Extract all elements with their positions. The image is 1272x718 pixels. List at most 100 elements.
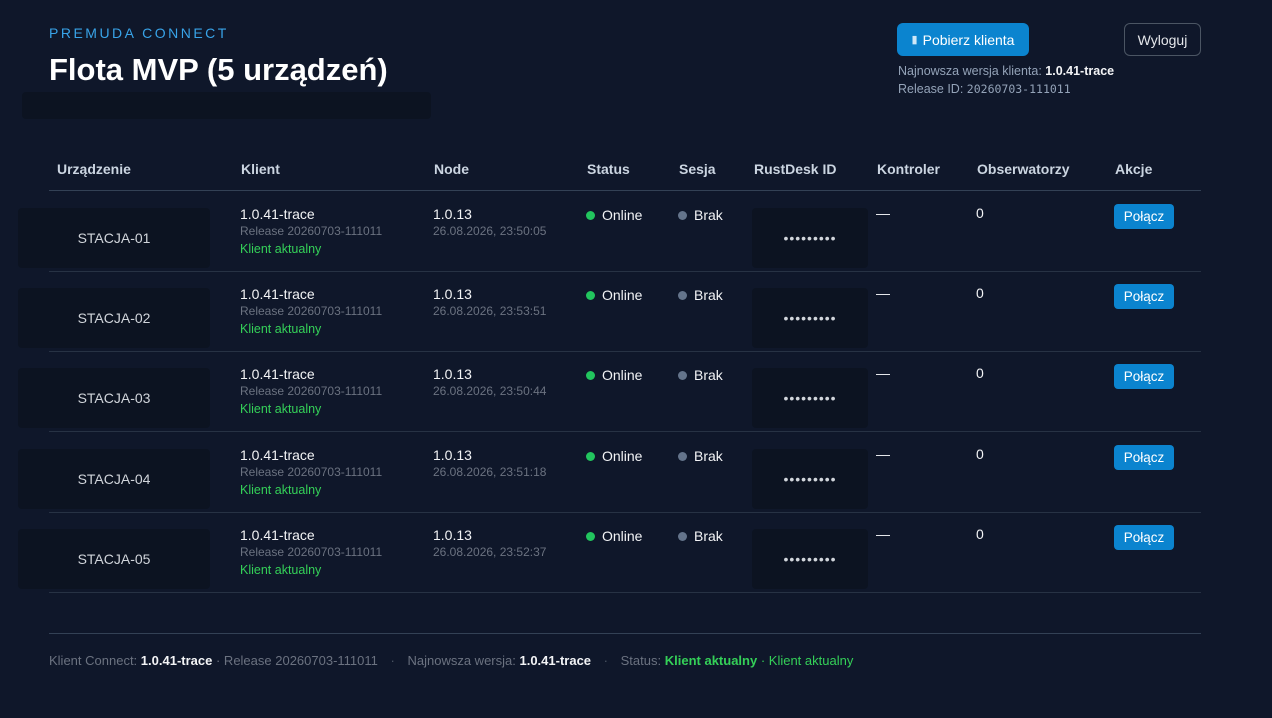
col-device[interactable]: Urządzenie bbox=[57, 161, 131, 177]
connect-button[interactable]: Połącz bbox=[1114, 284, 1174, 309]
col-status[interactable]: Status bbox=[587, 161, 630, 177]
col-client[interactable]: Klient bbox=[241, 161, 280, 177]
device-cell: STACJA-03 bbox=[18, 368, 210, 428]
device-name: STACJA-03 bbox=[77, 390, 151, 406]
table-header: Urządzenie Klient Node Status Sesja Rust… bbox=[49, 152, 1201, 191]
footer-divider bbox=[49, 633, 1201, 634]
node-timestamp: 26.08.2026, 23:51:18 bbox=[433, 465, 547, 479]
release-id-value: 20260703-111011 bbox=[966, 82, 1071, 96]
table-row: STACJA-04 1.0.41-trace Release 20260703-… bbox=[18, 432, 1201, 513]
node-timestamp: 26.08.2026, 23:50:05 bbox=[433, 224, 547, 238]
connect-button[interactable]: Połącz bbox=[1114, 364, 1174, 389]
connect-button[interactable]: Połącz bbox=[1114, 525, 1174, 550]
session-text: Brak bbox=[694, 448, 723, 464]
logout-button[interactable]: Wyloguj bbox=[1124, 23, 1201, 56]
online-dot-icon bbox=[586, 290, 595, 300]
page-title: Flota MVP (5 urządzeń) bbox=[49, 52, 388, 87]
session-cell: Brak bbox=[678, 528, 723, 544]
rustdesk-cell: ••••••••• bbox=[752, 208, 868, 268]
download-client-button[interactable]: ▮ Pobierz klienta bbox=[897, 23, 1029, 56]
client-cell: 1.0.41-trace Release 20260703-111011 Kli… bbox=[240, 446, 382, 500]
client-version: 1.0.41-trace bbox=[240, 447, 315, 463]
table-row: STACJA-03 1.0.41-trace Release 20260703-… bbox=[18, 351, 1201, 432]
client-version: 1.0.41-trace bbox=[240, 206, 315, 222]
node-cell: 1.0.13 26.08.2026, 23:53:51 bbox=[433, 285, 546, 320]
observers-cell: 0 bbox=[976, 285, 984, 301]
device-name: STACJA-05 bbox=[77, 551, 151, 567]
footer-client-release: · Release 20260703-111011 bbox=[215, 653, 378, 668]
node-cell: 1.0.13 26.08.2026, 23:51:18 bbox=[433, 446, 546, 481]
client-cell: 1.0.41-trace Release 20260703-111011 Kli… bbox=[240, 526, 382, 580]
status-cell: Online bbox=[586, 207, 642, 223]
client-status: Klient aktualny bbox=[240, 563, 322, 577]
connect-button[interactable]: Połącz bbox=[1114, 204, 1174, 229]
controller-cell: — bbox=[876, 205, 890, 221]
col-rustdesk-id[interactable]: RustDesk ID bbox=[754, 161, 836, 177]
redacted-subtitle bbox=[22, 92, 431, 119]
client-release: Release 20260703-111011 bbox=[240, 304, 383, 318]
session-text: Brak bbox=[694, 207, 723, 223]
device-name: STACJA-01 bbox=[77, 230, 151, 246]
controller-cell: — bbox=[876, 285, 890, 301]
col-observers[interactable]: Obserwatorzy bbox=[977, 161, 1070, 177]
col-session[interactable]: Sesja bbox=[679, 161, 716, 177]
rustdesk-cell: ••••••••• bbox=[752, 529, 868, 589]
release-id-label: Release ID: bbox=[898, 82, 964, 96]
controller-cell: — bbox=[876, 446, 890, 462]
observers-cell: 0 bbox=[976, 365, 984, 381]
controller-cell: — bbox=[876, 365, 890, 381]
node-version: 1.0.13 bbox=[433, 206, 472, 222]
device-cell: STACJA-04 bbox=[18, 449, 210, 509]
device-cell: STACJA-05 bbox=[18, 529, 210, 589]
rustdesk-password: ••••••••• bbox=[783, 471, 837, 487]
rustdesk-password: ••••••••• bbox=[783, 230, 837, 246]
footer-status: Klient Connect: 1.0.41-trace · Release 2… bbox=[49, 653, 853, 668]
rustdesk-password: ••••••••• bbox=[783, 390, 837, 406]
footer-separator: · bbox=[390, 653, 395, 668]
status-text: Online bbox=[602, 367, 643, 383]
client-status: Klient aktualny bbox=[240, 402, 322, 416]
table-row: STACJA-01 1.0.41-trace Release 20260703-… bbox=[18, 191, 1201, 272]
footer-client-label: Klient Connect: bbox=[49, 653, 138, 668]
status-cell: Online bbox=[586, 448, 642, 464]
online-dot-icon bbox=[586, 451, 595, 461]
node-timestamp: 26.08.2026, 23:50:44 bbox=[433, 384, 547, 398]
latest-client-version: Najnowsza wersja klienta: 1.0.41-trace bbox=[898, 64, 1114, 78]
session-cell: Brak bbox=[678, 207, 723, 223]
session-dot-icon bbox=[678, 531, 687, 541]
node-version: 1.0.13 bbox=[433, 286, 472, 302]
footer-status-extra: · Klient aktualny bbox=[760, 653, 854, 668]
client-release: Release 20260703-111011 bbox=[240, 224, 383, 238]
session-dot-icon bbox=[678, 210, 687, 220]
session-dot-icon bbox=[678, 370, 687, 380]
release-id: Release ID: 20260703-111011 bbox=[898, 82, 1071, 96]
status-text: Online bbox=[602, 448, 643, 464]
observers-cell: 0 bbox=[976, 526, 984, 542]
footer-status-label: Status: bbox=[620, 653, 662, 668]
client-release: Release 20260703-111011 bbox=[240, 465, 383, 479]
connect-button[interactable]: Połącz bbox=[1114, 445, 1174, 470]
node-version: 1.0.13 bbox=[433, 447, 472, 463]
latest-client-value: 1.0.41-trace bbox=[1045, 64, 1115, 78]
observers-cell: 0 bbox=[976, 446, 984, 462]
download-client-label: Pobierz klienta bbox=[922, 31, 1015, 48]
node-timestamp: 26.08.2026, 23:53:51 bbox=[433, 304, 547, 318]
brand-label: PREMUDA CONNECT bbox=[49, 25, 229, 41]
session-cell: Brak bbox=[678, 448, 723, 464]
client-status: Klient aktualny bbox=[240, 322, 322, 336]
node-cell: 1.0.13 26.08.2026, 23:50:05 bbox=[433, 205, 546, 240]
session-text: Brak bbox=[694, 367, 723, 383]
latest-client-label: Najnowsza wersja klienta: bbox=[898, 64, 1042, 78]
status-cell: Online bbox=[586, 287, 642, 303]
client-release: Release 20260703-111011 bbox=[240, 384, 383, 398]
col-node[interactable]: Node bbox=[434, 161, 469, 177]
status-text: Online bbox=[602, 287, 643, 303]
rustdesk-cell: ••••••••• bbox=[752, 449, 868, 509]
col-actions: Akcje bbox=[1115, 161, 1153, 177]
controller-cell: — bbox=[876, 526, 890, 542]
observers-cell: 0 bbox=[976, 205, 984, 221]
status-text: Online bbox=[602, 528, 643, 544]
col-controller[interactable]: Kontroler bbox=[877, 161, 940, 177]
client-cell: 1.0.41-trace Release 20260703-111011 Kli… bbox=[240, 285, 382, 339]
session-cell: Brak bbox=[678, 287, 723, 303]
